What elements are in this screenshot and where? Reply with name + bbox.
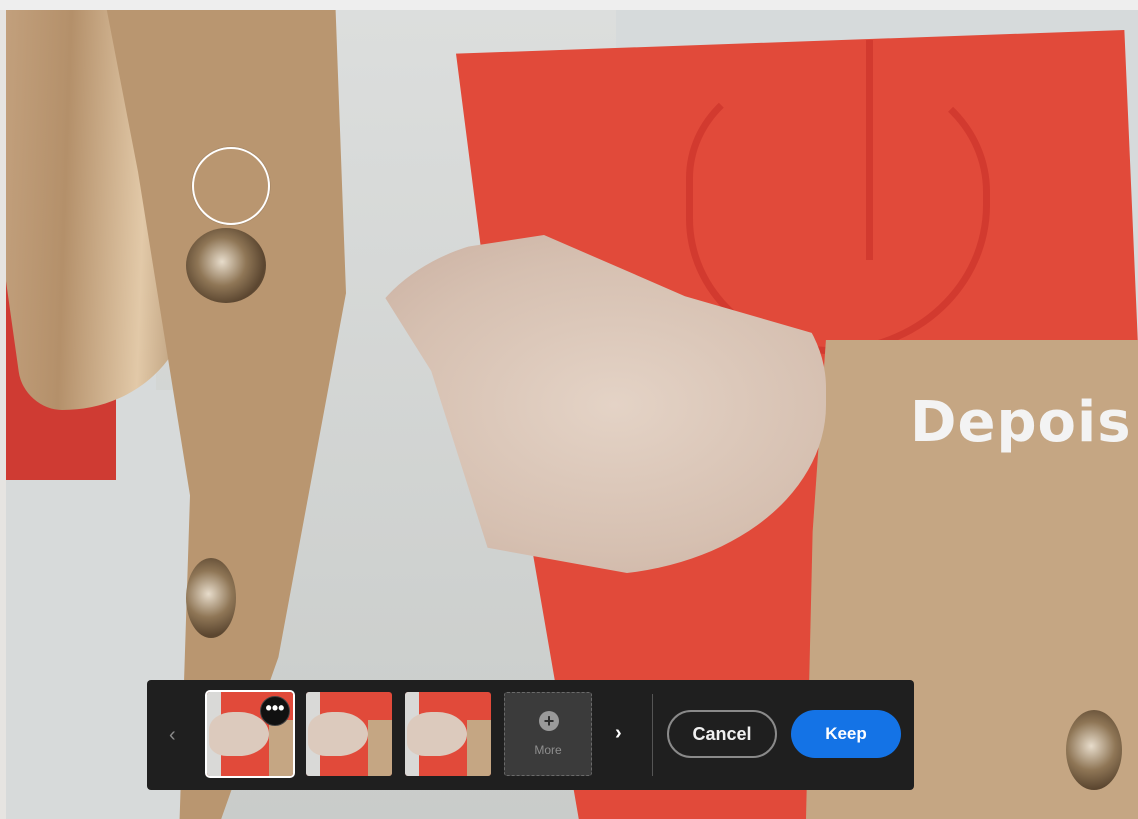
toolbar-divider [652,694,653,776]
brush-cursor [192,147,270,225]
photo-bag-handle-string [866,40,893,260]
variations-toolbar: ‹ ••• + More › Cancel Keep [147,680,914,790]
plus-icon: + [539,711,559,731]
cancel-button[interactable]: Cancel [667,710,777,758]
variation-thumbnail-3[interactable] [405,692,491,776]
more-variations-button[interactable]: + More [504,692,592,776]
more-label: More [534,743,562,757]
photo-coat-button [186,228,266,303]
photo-coat-button [186,558,236,638]
chevron-right-icon[interactable]: › [615,722,622,745]
top-bar [0,0,1138,10]
keep-button[interactable]: Keep [791,710,901,758]
variation-thumbnail-2[interactable] [306,692,392,776]
after-label: Depois [910,390,1132,455]
more-options-icon[interactable]: ••• [260,696,290,726]
chevron-left-icon[interactable]: ‹ [169,724,176,747]
photo-cuff-button [1066,710,1122,790]
variation-thumbnail-1[interactable]: ••• [205,690,295,778]
